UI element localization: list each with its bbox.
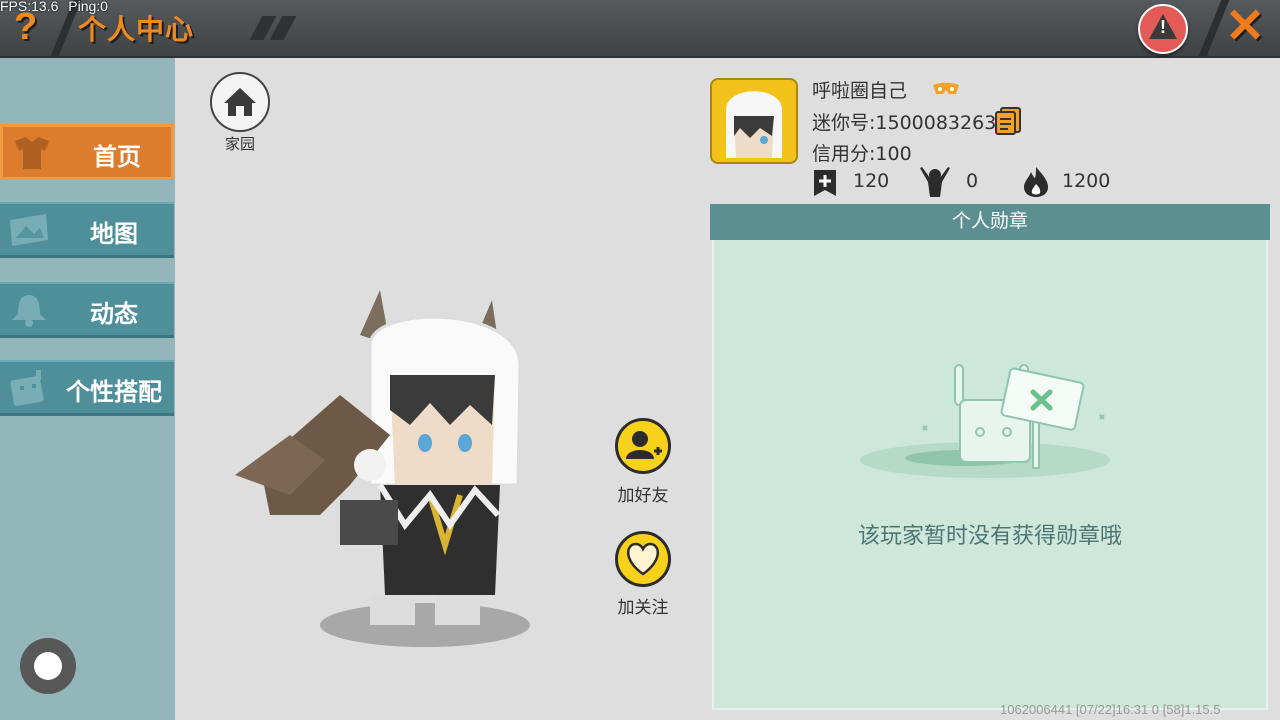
sidebar-item-label: 动态 bbox=[90, 300, 138, 328]
sidebar-item-map[interactable]: 地图 bbox=[0, 202, 174, 258]
map-icon bbox=[10, 214, 48, 246]
player-name: 呼啦圈自己 bbox=[812, 80, 908, 102]
follow-button[interactable] bbox=[615, 531, 671, 587]
home-button[interactable] bbox=[210, 72, 270, 132]
sidebar-item-home[interactable]: 首页 bbox=[0, 124, 174, 180]
flame-icon bbox=[1024, 167, 1048, 197]
mask-icon bbox=[933, 82, 959, 94]
cheer-icon bbox=[920, 167, 950, 197]
sidebar-item-label: 个性搭配 bbox=[66, 378, 162, 406]
credit-score: 信用分:100 bbox=[812, 143, 912, 165]
ping-readout: Ping:0 bbox=[68, 0, 108, 14]
home-label: 家园 bbox=[224, 135, 255, 153]
avatar[interactable] bbox=[710, 78, 798, 164]
add-friend-button[interactable] bbox=[615, 418, 671, 474]
robot-icon bbox=[10, 370, 44, 406]
follow-label: 加关注 bbox=[617, 598, 669, 618]
house-icon bbox=[224, 88, 256, 116]
sidebar-item-feed[interactable]: 动态 bbox=[0, 282, 174, 338]
fps-readout: FPS:13.6 bbox=[0, 0, 59, 14]
heart-icon bbox=[627, 542, 659, 576]
badge-panel-title: 个人勋章 bbox=[951, 210, 1028, 232]
empty-badge-illustration bbox=[860, 364, 1110, 478]
stat-value: 1200 bbox=[1062, 170, 1111, 192]
add-friend-label: 加好友 bbox=[617, 486, 669, 506]
sidebar-item-label: 首页 bbox=[93, 143, 141, 171]
bell-icon bbox=[12, 295, 46, 327]
version-info: 1062006441 [07/22]16:31 0 [58]1.15.5 bbox=[1000, 702, 1221, 717]
report-button[interactable]: ! bbox=[1138, 4, 1188, 54]
close-button[interactable]: ✕ bbox=[1225, 0, 1265, 54]
warning-mark: ! bbox=[1160, 17, 1166, 37]
sidebar-item-outfit[interactable]: 个性搭配 bbox=[0, 360, 174, 416]
shirt-icon bbox=[15, 137, 49, 169]
stat-value: 120 bbox=[853, 170, 890, 192]
joystick-knob bbox=[34, 652, 62, 680]
page-title: 个人中心 bbox=[78, 13, 195, 46]
player-character bbox=[235, 290, 530, 647]
add-user-icon bbox=[626, 431, 662, 459]
mini-id: 迷你号:1500083263 bbox=[812, 112, 997, 134]
badge-panel-header: 个人勋章 bbox=[710, 204, 1270, 240]
avatar-image bbox=[726, 91, 782, 158]
copy-icon[interactable] bbox=[994, 106, 1022, 136]
stat-value: 0 bbox=[966, 170, 979, 192]
plus-flag-icon bbox=[814, 170, 836, 196]
sidebar-item-label: 地图 bbox=[90, 220, 138, 248]
top-bar: ? 个人中心 ! ✕ bbox=[0, 0, 1280, 58]
joystick-button[interactable] bbox=[20, 638, 76, 694]
debug-readout: FPS:13.6 Ping:0 bbox=[0, 0, 108, 14]
empty-badge-message: 该玩家暂时没有获得勋章哦 bbox=[857, 524, 1122, 549]
